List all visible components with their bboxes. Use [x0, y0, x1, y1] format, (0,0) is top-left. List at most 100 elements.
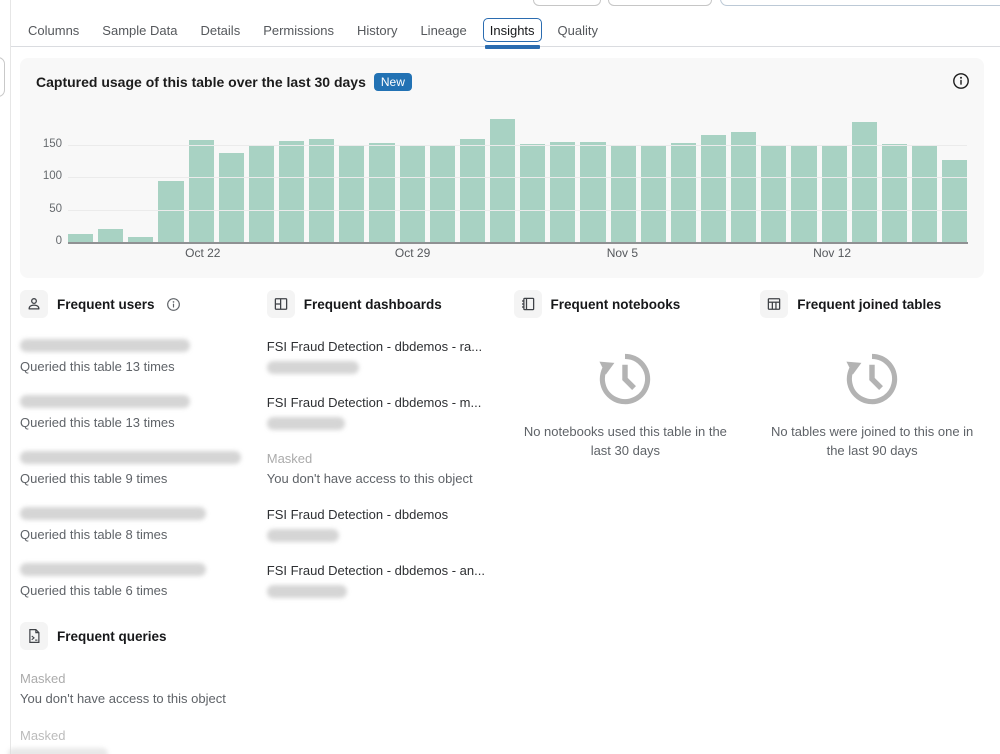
bar	[248, 146, 274, 242]
bar	[761, 145, 787, 242]
user-query-count: Queried this table 13 times	[20, 415, 175, 430]
bar	[670, 143, 696, 242]
tab-quality[interactable]: Quality	[558, 14, 598, 47]
user-query-count: Queried this table 9 times	[20, 471, 168, 486]
section-title: Frequent joined tables	[797, 296, 942, 312]
left-panel-edge	[0, 57, 5, 97]
masked-note: You don't have access to this object	[20, 691, 226, 706]
section-frequent-joined-tables: Frequent joined tables No tables were jo…	[760, 290, 984, 598]
dashboard-row[interactable]: FSI Fraud Detection - dbdemos	[266, 507, 491, 542]
x-axis-tick-label: Nov 5	[606, 246, 639, 260]
bar	[68, 234, 94, 242]
section-title: Frequent users	[57, 296, 155, 312]
frequent-user-row[interactable]: Queried this table 13 times	[20, 339, 244, 374]
bar	[881, 144, 907, 242]
x-axis-tick-label: Nov 12	[813, 246, 852, 260]
usage-panel: Captured usage of this table over the la…	[20, 58, 984, 278]
section-frequent-queries: Frequent queries Masked You don't have a…	[20, 622, 260, 743]
tab-columns[interactable]: Columns	[28, 14, 79, 47]
bar	[520, 143, 546, 242]
bar	[911, 145, 938, 242]
user-query-count: Queried this table 13 times	[20, 359, 175, 374]
toolbar-button-cutoff-2[interactable]	[608, 0, 712, 6]
bar	[188, 140, 214, 242]
users-info-icon[interactable]	[166, 297, 181, 312]
info-icon[interactable]	[952, 72, 970, 90]
tab-bar: Columns Sample Data Details Permissions …	[11, 14, 1000, 49]
bar	[700, 134, 727, 242]
redacted-dashboard-meta	[266, 417, 345, 430]
notebooks-empty-state: No notebooks used this table in the last…	[514, 348, 738, 460]
y-axis-tick-label: 0	[55, 235, 62, 247]
section-title: Frequent queries	[57, 628, 167, 644]
section-frequent-users: Frequent users Queried this table 13 tim…	[20, 290, 244, 598]
x-axis-tick-label: Oct 22	[185, 246, 221, 260]
bar	[309, 138, 335, 242]
dashboard-title[interactable]: FSI Fraud Detection - dbdemos - ra...	[267, 339, 491, 354]
query-row-masked: Masked You don't have access to this obj…	[20, 671, 260, 706]
empty-message: No tables were joined to this one in the…	[770, 424, 974, 458]
section-frequent-dashboards: Frequent dashboards FSI Fraud Detection …	[266, 290, 491, 598]
bar	[580, 142, 606, 242]
bar	[731, 132, 757, 242]
frequent-user-row[interactable]: Queried this table 6 times	[20, 563, 244, 598]
bar	[369, 143, 395, 242]
insights-page: Columns Sample Data Details Permissions …	[0, 0, 1000, 754]
masked-note: You don't have access to this object	[266, 471, 473, 486]
section-title: Frequent dashboards	[303, 296, 442, 312]
y-axis-tick-label: 150	[42, 138, 62, 150]
frequent-user-row[interactable]: Queried this table 13 times	[20, 395, 244, 430]
redacted-user-name	[20, 563, 206, 576]
table-icon	[760, 290, 789, 318]
masked-label: Masked	[20, 671, 66, 686]
dashboard-row[interactable]: FSI Fraud Detection - dbdemos - ra...	[266, 339, 491, 374]
empty-message: No notebooks used this table in the last…	[523, 424, 727, 458]
tab-sample-data[interactable]: Sample Data	[102, 14, 177, 47]
chart-x-axis	[68, 242, 968, 244]
bar	[399, 145, 425, 242]
bar	[278, 141, 305, 242]
dashboard-icon	[266, 290, 295, 318]
query-row-masked: Masked	[20, 728, 260, 743]
tab-permissions[interactable]: Permissions	[263, 14, 334, 47]
usage-panel-title: Captured usage of this table over the la…	[36, 74, 366, 90]
tab-insights[interactable]: Insights	[482, 14, 542, 49]
bar	[158, 180, 184, 242]
toolbar-search-input-cutoff[interactable]	[720, 0, 1000, 6]
focus-ring	[482, 17, 542, 42]
dashboard-row-masked: Masked You don't have access to this obj…	[267, 451, 491, 486]
bar	[791, 146, 817, 242]
frequent-user-row[interactable]: Queried this table 8 times	[20, 507, 244, 542]
tab-lineage[interactable]: Lineage	[420, 14, 466, 47]
bar	[851, 122, 877, 242]
redacted-dashboard-meta	[266, 585, 347, 598]
x-axis-tick-label: Oct 29	[394, 246, 431, 260]
masked-label: Masked	[20, 728, 66, 743]
redacted-dashboard-meta	[266, 361, 359, 374]
history-icon	[599, 353, 651, 405]
history-icon	[846, 353, 898, 405]
y-axis-tick-label: 50	[49, 202, 62, 215]
redacted-user-name	[20, 507, 206, 520]
redacted-user-name	[20, 451, 241, 464]
section-title: Frequent notebooks	[550, 296, 681, 312]
y-axis-tick-label: 100	[42, 170, 62, 183]
redacted-dashboard-meta	[266, 529, 339, 542]
bar	[550, 141, 576, 242]
frequent-user-row[interactable]: Queried this table 9 times	[20, 451, 244, 486]
dashboard-row[interactable]: FSI Fraud Detection - dbdemos - m...	[266, 395, 491, 430]
tab-details[interactable]: Details	[200, 14, 240, 47]
bar	[640, 146, 666, 242]
tab-history[interactable]: History	[357, 14, 397, 47]
joined-tables-empty-state: No tables were joined to this one in the…	[760, 348, 984, 460]
dashboard-title[interactable]: FSI Fraud Detection - dbdemos - an...	[267, 563, 491, 578]
section-frequent-notebooks: Frequent notebooks No notebooks used thi…	[513, 290, 738, 598]
dashboard-title[interactable]: FSI Fraud Detection - dbdemos	[267, 507, 491, 522]
dashboard-row[interactable]: FSI Fraud Detection - dbdemos - an...	[266, 563, 491, 598]
bar	[821, 145, 847, 242]
masked-label: Masked	[266, 451, 313, 466]
insight-sections: Frequent users Queried this table 13 tim…	[20, 290, 984, 598]
bar	[942, 159, 968, 242]
toolbar-button-cutoff-1[interactable]	[533, 0, 601, 6]
dashboard-title[interactable]: FSI Fraud Detection - dbdemos - m...	[267, 395, 491, 410]
